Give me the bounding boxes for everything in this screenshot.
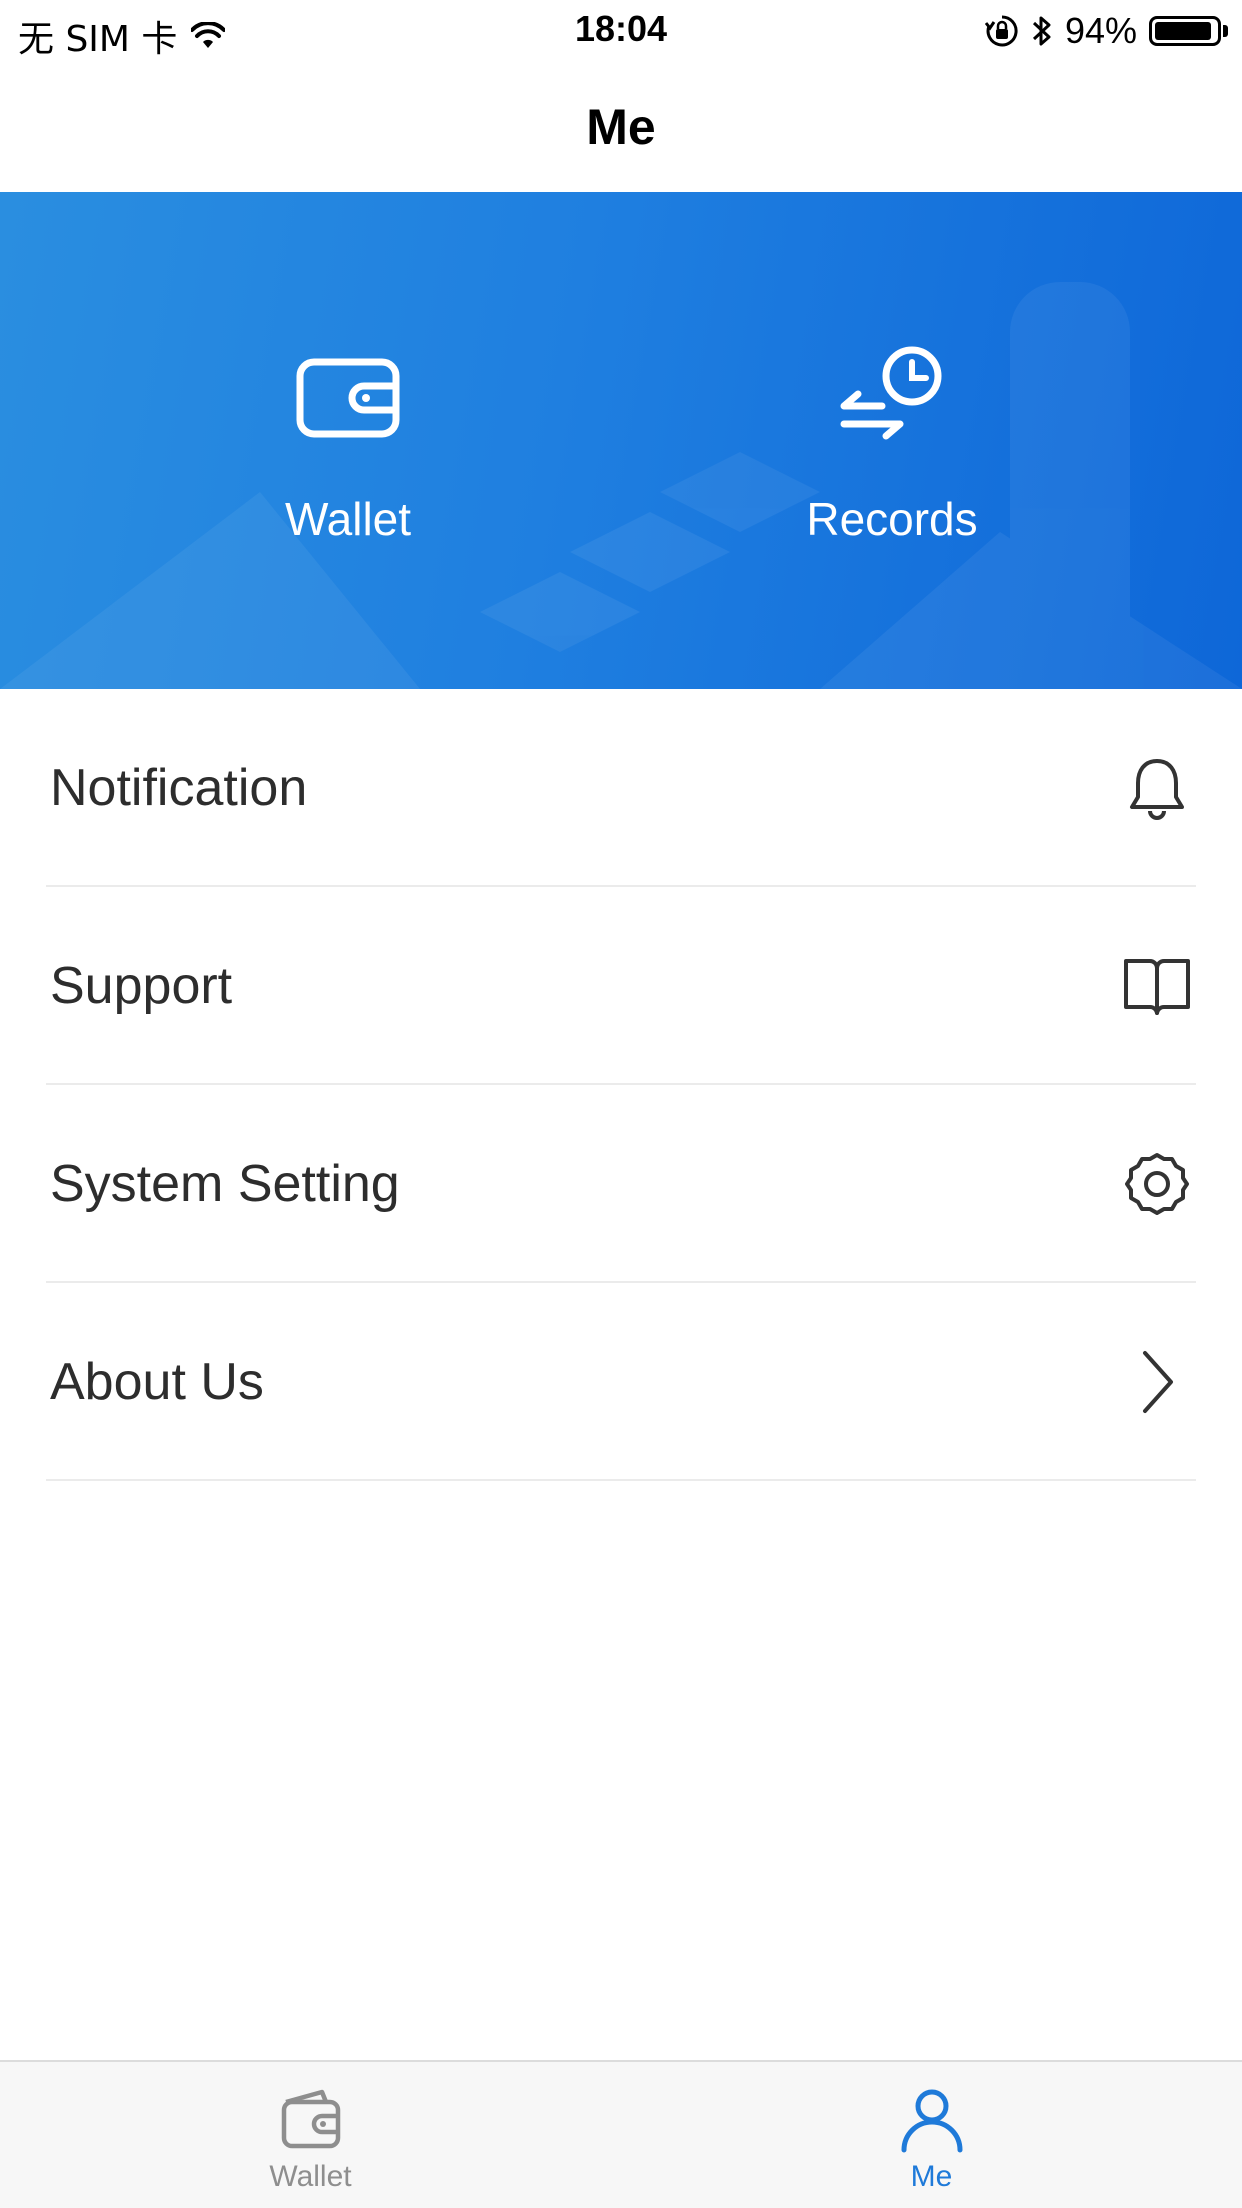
battery-cap (1223, 25, 1228, 37)
status-bar: 无 SIM 卡 18:04 94% (0, 0, 1242, 62)
menu-item-notification[interactable]: Notification (0, 689, 1242, 887)
records-shortcut-label: Records (806, 493, 978, 545)
book-icon (1122, 951, 1192, 1021)
tab-me-label: Me (910, 2160, 953, 2193)
menu-item-label: About Us (50, 1353, 264, 1411)
tab-bar: Wallet Me (0, 2060, 1242, 2208)
bell-icon (1122, 753, 1192, 823)
tab-wallet-label: Wallet (269, 2160, 352, 2193)
wallet-shortcut-label: Wallet (284, 493, 412, 545)
wallet-icon (296, 358, 400, 438)
page-title: Me (586, 99, 656, 155)
quick-actions-banner: Wallet Records (0, 192, 1242, 689)
me-screen: 无 SIM 卡 18:04 94% Me Wallet Records Noti… (0, 0, 1242, 2208)
battery-icon (1149, 16, 1221, 46)
battery-fill (1155, 22, 1212, 40)
status-right: 94% (984, 10, 1228, 52)
records-icon (840, 346, 942, 440)
nav-bar: Me (0, 62, 1242, 192)
tab-me[interactable]: Me (621, 2062, 1242, 2208)
settings-menu: Notification Support System Setting Abou… (0, 689, 1242, 1481)
bluetooth-icon (1032, 16, 1051, 46)
gear-icon (1122, 1149, 1192, 1219)
user-icon (901, 2089, 962, 2153)
chevron-right-icon (1122, 1347, 1192, 1417)
menu-item-about-us[interactable]: About Us (0, 1283, 1242, 1481)
menu-item-label: System Setting (50, 1155, 400, 1213)
menu-item-system-setting[interactable]: System Setting (0, 1085, 1242, 1283)
menu-item-label: Notification (50, 759, 308, 817)
rotation-lock-icon (984, 15, 1018, 47)
wallet-shortcut[interactable]: Wallet (148, 342, 548, 546)
menu-item-label: Support (50, 957, 233, 1015)
menu-item-support[interactable]: Support (0, 887, 1242, 1085)
battery-percent: 94% (1064, 10, 1137, 51)
tab-wallet[interactable]: Wallet (0, 2062, 621, 2208)
records-shortcut[interactable]: Records (692, 342, 1092, 546)
wallet-icon (281, 2089, 340, 2149)
